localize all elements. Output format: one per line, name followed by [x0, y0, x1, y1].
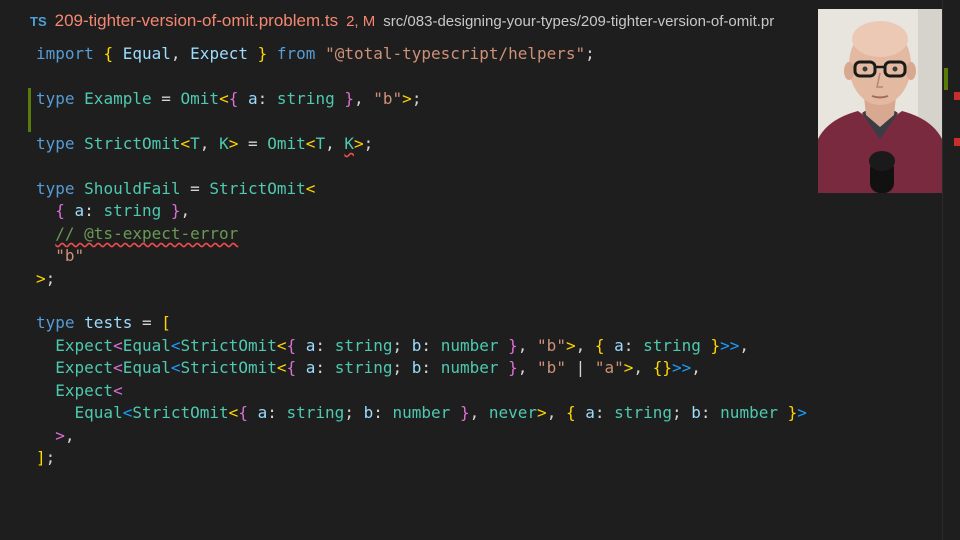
error-squiggle: K	[344, 134, 354, 153]
code-line: { a: string },	[55, 201, 191, 220]
tab-problem-status: 2, M	[346, 12, 376, 30]
code-editor[interactable]: import { Equal, Expect } from "@total-ty…	[0, 42, 942, 540]
overview-error-marker	[954, 92, 960, 100]
code-line: >;	[36, 269, 56, 288]
breadcrumb-path[interactable]: src/083-designing-your-types/209-tighter…	[383, 13, 774, 30]
overview-error-marker	[954, 138, 960, 146]
code-line: type ShouldFail = StrictOmit<	[36, 179, 316, 198]
tab-filename[interactable]: 209-tighter-version-of-omit.problem.ts	[55, 11, 338, 31]
code-line: >,	[55, 426, 75, 445]
editor-tab-bar: TS 209-tighter-version-of-omit.problem.t…	[0, 0, 960, 42]
typescript-file-icon: TS	[30, 13, 47, 29]
code-line: Expect<Equal<StrictOmit<{ a: string; b: …	[55, 336, 750, 355]
code-line: import { Equal, Expect } from "@total-ty…	[36, 44, 595, 63]
code-line: ];	[36, 448, 56, 467]
presenter-image	[818, 9, 942, 193]
code-line: type StrictOmit<T, K> = Omit<T, K>;	[36, 134, 374, 153]
overview-modified-marker	[944, 68, 948, 90]
ts-expect-error-comment: // @ts-expect-error	[55, 224, 239, 243]
code-line: Expect<Equal<StrictOmit<{ a: string; b: …	[55, 358, 701, 377]
presenter-webcam-overlay	[818, 9, 942, 193]
modified-line-gutter-marker	[28, 88, 31, 132]
code-line: // @ts-expect-error	[36, 223, 238, 245]
code-line: type Example = Omit<{ a: string }, "b">;	[36, 89, 422, 108]
code-line: Expect<	[55, 381, 123, 400]
code-line: Equal<StrictOmit<{ a: string; b: number …	[74, 403, 807, 422]
code-line: "b"	[55, 246, 85, 265]
code-line: type tests = [	[36, 313, 171, 332]
